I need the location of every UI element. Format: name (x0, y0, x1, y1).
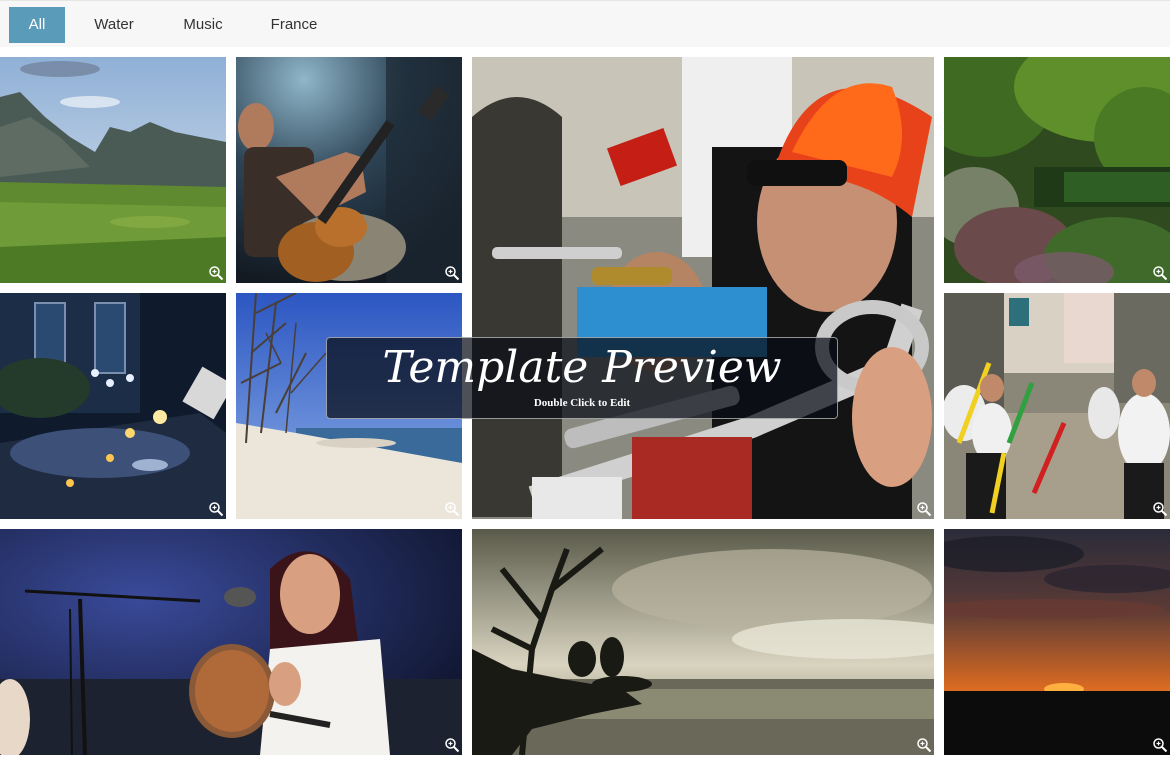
gallery-item-singer[interactable] (0, 529, 462, 755)
template-preview-title: Template Preview (382, 342, 782, 393)
filter-bar: All Water Music France (0, 0, 1170, 47)
zoom-in-icon[interactable] (916, 737, 932, 753)
street-dancers-photo (944, 293, 1170, 519)
zoom-in-icon[interactable] (444, 737, 460, 753)
zoom-in-icon[interactable] (444, 501, 460, 517)
filter-france-button[interactable]: France (262, 7, 326, 43)
filter-music-button[interactable]: Music (172, 7, 234, 43)
zoom-in-icon[interactable] (916, 501, 932, 517)
zoom-in-icon[interactable] (208, 501, 224, 517)
gallery-item-lake-sky[interactable] (472, 529, 934, 755)
lake-sky-photo (472, 529, 934, 755)
gallery-item-sunset[interactable] (944, 529, 1170, 755)
zoom-in-icon[interactable] (444, 265, 460, 281)
gallery-item-guitarist[interactable] (236, 57, 462, 283)
gallery-item-garden[interactable] (944, 57, 1170, 283)
zoom-in-icon[interactable] (1152, 265, 1168, 281)
sunset-photo (944, 529, 1170, 755)
guitarist-photo (236, 57, 462, 283)
gallery-item-brass-band[interactable] (472, 57, 934, 519)
garden-photo (944, 57, 1170, 283)
zoom-in-icon[interactable] (1152, 501, 1168, 517)
gallery-item-terrace-dinner[interactable] (0, 293, 226, 519)
brass-band-photo (472, 57, 934, 519)
page: All Water Music France Template Preview … (0, 0, 1170, 764)
zoom-in-icon[interactable] (208, 265, 224, 281)
zoom-in-icon[interactable] (1152, 737, 1168, 753)
filter-all-button[interactable]: All (9, 7, 65, 43)
singer-photo (0, 529, 462, 755)
mountain-photo (0, 57, 226, 283)
template-preview-overlay[interactable]: Template Preview Double Click to Edit (326, 337, 838, 419)
gallery-item-street-dancers[interactable] (944, 293, 1170, 519)
template-preview-subtitle: Double Click to Edit (533, 397, 631, 409)
filter-water-button[interactable]: Water (84, 7, 144, 43)
gallery-item-mountains[interactable] (0, 57, 226, 283)
terrace-dinner-photo (0, 293, 226, 519)
